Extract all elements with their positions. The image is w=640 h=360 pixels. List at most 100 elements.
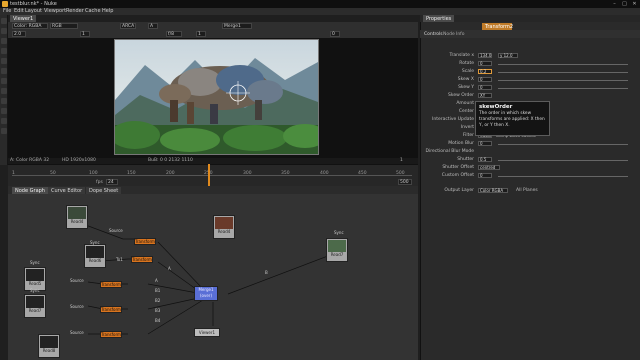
timeline-tick: 400 — [320, 171, 329, 176]
transform-node[interactable]: Transform — [100, 281, 122, 288]
read-node[interactable]: Read8 — [38, 334, 60, 358]
menu-render[interactable]: Render — [66, 8, 84, 14]
rotate-slider[interactable] — [498, 64, 628, 65]
viewer-node[interactable]: Viewer1 — [194, 328, 220, 337]
subtab-info[interactable]: Info — [456, 32, 465, 37]
merge-input-dropdown[interactable]: Merge1 — [222, 23, 252, 29]
tooltip: skewOrder The order in which skew transf… — [475, 101, 550, 136]
customoffset-field[interactable]: 0 — [478, 173, 492, 178]
frame-field[interactable]: 1 — [196, 31, 206, 37]
tab-properties[interactable]: Properties — [423, 15, 455, 22]
skewx-slider[interactable] — [498, 80, 628, 81]
all-planes-toggle[interactable]: All Planes — [516, 188, 538, 193]
edge-label: Sync — [30, 288, 40, 293]
read-node-thumbnail — [26, 269, 44, 281]
transform-node[interactable]: Transform — [131, 256, 153, 263]
merge-tool-icon[interactable] — [1, 98, 7, 104]
param-center-label: Center — [458, 109, 474, 114]
timeline-tick: 100 — [89, 171, 98, 176]
close-button[interactable]: ✕ — [630, 1, 639, 7]
color-tool-icon[interactable] — [1, 68, 7, 74]
fps-field[interactable]: 24 — [106, 179, 118, 185]
timeline-tick: 300 — [243, 171, 252, 176]
read-node[interactable]: Read4 — [213, 215, 235, 239]
keyer-tool-icon[interactable] — [1, 88, 7, 94]
read-node[interactable]: Read4 — [66, 205, 88, 229]
skewy-field[interactable]: 0 — [478, 85, 492, 90]
customoffset-slider[interactable] — [498, 176, 628, 177]
edge-label: B — [265, 270, 268, 275]
node-label: Read7 — [330, 252, 344, 257]
minimize-button[interactable]: – — [610, 1, 619, 7]
menu-help[interactable]: Help — [102, 8, 113, 14]
rotate-field[interactable]: 0 — [478, 61, 492, 66]
transform-node[interactable]: Transform — [100, 331, 122, 338]
subtab-controls[interactable]: Controls — [424, 32, 443, 37]
menu-file[interactable]: File — [3, 8, 11, 14]
read-node-thumbnail — [86, 246, 104, 258]
time-tool-icon[interactable] — [1, 48, 7, 54]
param-skeworder-label: Skew Order — [448, 93, 474, 98]
motionblur-slider[interactable] — [498, 144, 628, 145]
end-frame-field[interactable]: 500 — [398, 179, 412, 185]
layer-dropdown[interactable]: RGB — [50, 23, 78, 29]
outputlayer-dropdown[interactable]: Color RGBA — [478, 188, 508, 193]
skeworder-dropdown[interactable]: XY — [478, 93, 492, 98]
edge-label: A — [155, 278, 158, 283]
tab-dope-sheet[interactable]: Dope Sheet — [86, 187, 122, 194]
filter-tool-icon[interactable] — [1, 78, 7, 84]
channel-tool-icon[interactable] — [1, 58, 7, 64]
tab-curve-editor[interactable]: Curve Editor — [48, 187, 86, 194]
y-field[interactable]: 0 — [330, 31, 340, 37]
nuke-logo-icon — [2, 1, 8, 7]
title-bar: testblur.nk* - Nuke — [0, 0, 640, 8]
read-node[interactable]: Read7 — [326, 238, 348, 262]
shutteroffset-dropdown[interactable]: centred — [478, 165, 500, 170]
edge-label: Sync — [334, 230, 344, 235]
read-node-thumbnail — [328, 240, 346, 252]
read-node[interactable]: Read7 — [24, 294, 46, 318]
pointer-tool-icon[interactable] — [1, 18, 7, 24]
shutter-slider[interactable] — [498, 160, 628, 161]
scale-slider[interactable] — [498, 72, 628, 73]
translate-x-field[interactable]: 134.0 — [478, 53, 492, 58]
exposure-field[interactable]: f/8 — [166, 31, 182, 37]
read-node[interactable]: Read6 — [84, 244, 106, 268]
proxy-dropdown[interactable]: ARCA — [120, 23, 136, 29]
transform-node[interactable]: Transform — [100, 306, 122, 313]
menu-viewport[interactable]: Viewport — [44, 8, 66, 14]
menu-layout[interactable]: Layout — [25, 8, 42, 14]
transform-tool-icon[interactable] — [1, 108, 7, 114]
3d-tool-icon[interactable] — [1, 118, 7, 124]
timeline-tick: 50 — [50, 171, 56, 176]
translate-y-field[interactable]: y 12.0 — [498, 53, 518, 58]
param-shutteroffset-label: Shutter Offset — [442, 165, 474, 170]
timeline-playhead[interactable] — [208, 164, 210, 186]
tab-viewer[interactable]: Viewer1 — [10, 15, 37, 22]
node-label: Read7 — [28, 308, 42, 313]
input-a-label[interactable]: A — [148, 23, 158, 29]
timeline-tick: 200 — [166, 171, 175, 176]
gain-field[interactable]: 1 — [80, 31, 90, 37]
node-label: Read6 — [88, 258, 102, 263]
channels-dropdown[interactable]: Color: RGBA — [12, 23, 48, 29]
tab-node-graph[interactable]: Node Graph — [12, 187, 48, 194]
skewx-field[interactable]: 0 — [478, 77, 492, 82]
views-tool-icon[interactable] — [1, 128, 7, 134]
subtab-node[interactable]: Node — [443, 32, 455, 37]
zoom-field[interactable]: 2.0 — [12, 31, 26, 37]
node-name-field[interactable]: Transform2 — [482, 23, 513, 30]
menu-edit[interactable]: Edit — [14, 8, 24, 14]
motionblur-field[interactable]: 0 — [478, 141, 492, 146]
node-label: Read4 — [70, 219, 84, 224]
read-node-thumbnail — [26, 296, 44, 308]
maximize-button[interactable]: □ — [620, 1, 629, 7]
skewy-slider[interactable] — [498, 88, 628, 89]
draw-tool-icon[interactable] — [1, 38, 7, 44]
transform-node[interactable]: Transform — [134, 238, 156, 245]
scale-field[interactable]: 0.2 — [478, 69, 492, 74]
menu-cache[interactable]: Cache — [85, 8, 101, 14]
shutter-field[interactable]: 0.5 — [478, 157, 492, 162]
merge-node[interactable]: Merge1 (over) — [194, 286, 218, 301]
image-tool-icon[interactable] — [1, 28, 7, 34]
